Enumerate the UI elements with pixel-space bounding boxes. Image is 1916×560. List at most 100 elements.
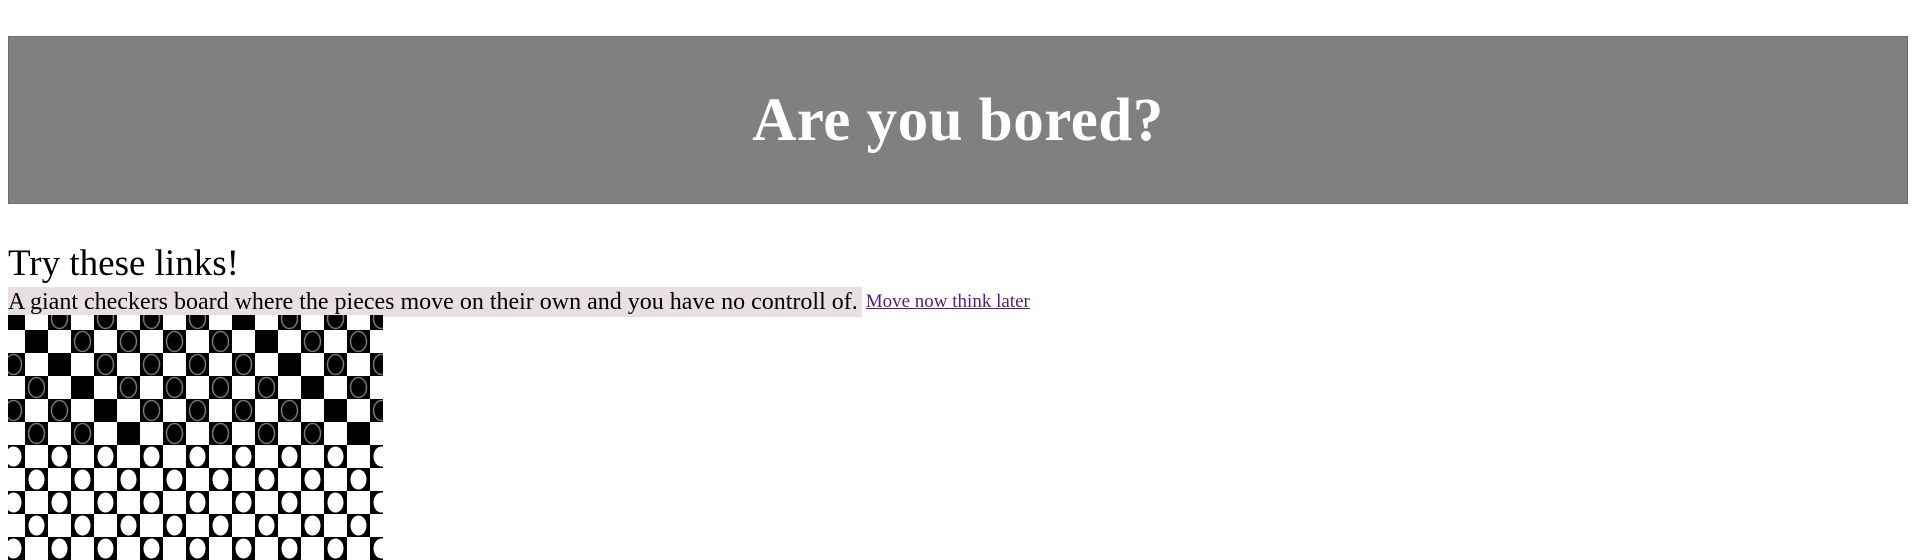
board-square (71, 491, 94, 514)
board-square (278, 468, 301, 491)
page: Are you bored? Try these links! A giant … (0, 0, 1916, 560)
checker-piece-dark (211, 376, 230, 399)
checker-piece-dark (303, 422, 322, 445)
board-square (324, 422, 347, 445)
checker-piece-dark (142, 315, 161, 330)
checker-piece-light (235, 492, 252, 513)
checker-piece-light (97, 492, 114, 513)
checker-piece-dark (165, 376, 184, 399)
checker-piece-light (350, 515, 367, 536)
board-square (163, 445, 186, 468)
board-square (163, 315, 186, 330)
checker-piece-dark (349, 330, 368, 353)
checker-piece-light (189, 492, 206, 513)
board-square (255, 353, 278, 376)
board-square (94, 376, 117, 399)
checkers-board-graphic (8, 315, 383, 560)
board-square (8, 468, 25, 491)
checker-piece-light (281, 492, 298, 513)
checker-piece-dark (27, 422, 46, 445)
board-square (301, 537, 324, 560)
checker-piece-light (258, 515, 275, 536)
checker-piece-light (143, 538, 160, 559)
board-square (347, 491, 370, 514)
board-square (71, 353, 94, 376)
board-square (324, 399, 347, 422)
page-title: Are you bored? (752, 86, 1164, 154)
checker-piece-light (51, 446, 68, 467)
board-square (278, 376, 301, 399)
board-square (94, 422, 117, 445)
checker-piece-dark (234, 353, 253, 376)
checker-piece-dark (50, 399, 69, 422)
move-now-think-later-link[interactable]: Move now think later (866, 291, 1030, 313)
board-square (255, 445, 278, 468)
board-square (232, 422, 255, 445)
checker-piece-dark (119, 376, 138, 399)
checker-piece-light (304, 469, 321, 490)
board-square (25, 315, 48, 330)
board-square (48, 468, 71, 491)
checker-piece-light (281, 538, 298, 559)
board-square (117, 445, 140, 468)
checker-piece-dark (257, 422, 276, 445)
checker-piece-dark (234, 399, 253, 422)
checker-piece-light (166, 469, 183, 490)
board-square (71, 376, 94, 399)
board-square (301, 491, 324, 514)
board-square (71, 445, 94, 468)
board-square (232, 315, 255, 330)
board-square (48, 353, 71, 376)
board-square (140, 376, 163, 399)
board-square (25, 537, 48, 560)
board-square (48, 376, 71, 399)
checkers-board-image (8, 315, 383, 560)
board-square (324, 376, 347, 399)
checker-piece-dark (50, 315, 69, 330)
board-square (370, 422, 383, 445)
checker-piece-dark (372, 399, 383, 422)
checker-piece-light (212, 469, 229, 490)
checker-piece-dark (73, 330, 92, 353)
board-square (209, 315, 232, 330)
checker-piece-light (51, 538, 68, 559)
checker-piece-dark (119, 330, 138, 353)
board-square (117, 422, 140, 445)
checker-piece-dark (96, 315, 115, 330)
board-square (232, 514, 255, 537)
board-square (324, 468, 347, 491)
board-square (278, 353, 301, 376)
board-square (25, 491, 48, 514)
board-square (301, 399, 324, 422)
board-square (347, 315, 370, 330)
board-square (232, 330, 255, 353)
board-square (209, 353, 232, 376)
board-square (301, 445, 324, 468)
checker-piece-light (120, 515, 137, 536)
board-square (324, 514, 347, 537)
checker-piece-dark (211, 422, 230, 445)
board-square (232, 468, 255, 491)
board-square (347, 399, 370, 422)
checker-piece-dark (165, 422, 184, 445)
board-square (209, 537, 232, 560)
board-square (140, 330, 163, 353)
checker-piece-dark (349, 376, 368, 399)
board-square (8, 514, 25, 537)
checker-piece-dark (142, 353, 161, 376)
board-square (94, 399, 117, 422)
checker-piece-light (97, 538, 114, 559)
board-square (8, 315, 25, 330)
checker-piece-dark (27, 376, 46, 399)
checker-piece-light (74, 469, 91, 490)
checker-piece-light (189, 538, 206, 559)
board-square (117, 399, 140, 422)
checker-piece-light (350, 469, 367, 490)
board-square (301, 353, 324, 376)
board-square (278, 422, 301, 445)
board-square (255, 491, 278, 514)
checker-piece-light (166, 515, 183, 536)
board-square (71, 399, 94, 422)
checker-piece-light (120, 469, 137, 490)
checker-piece-light (143, 492, 160, 513)
